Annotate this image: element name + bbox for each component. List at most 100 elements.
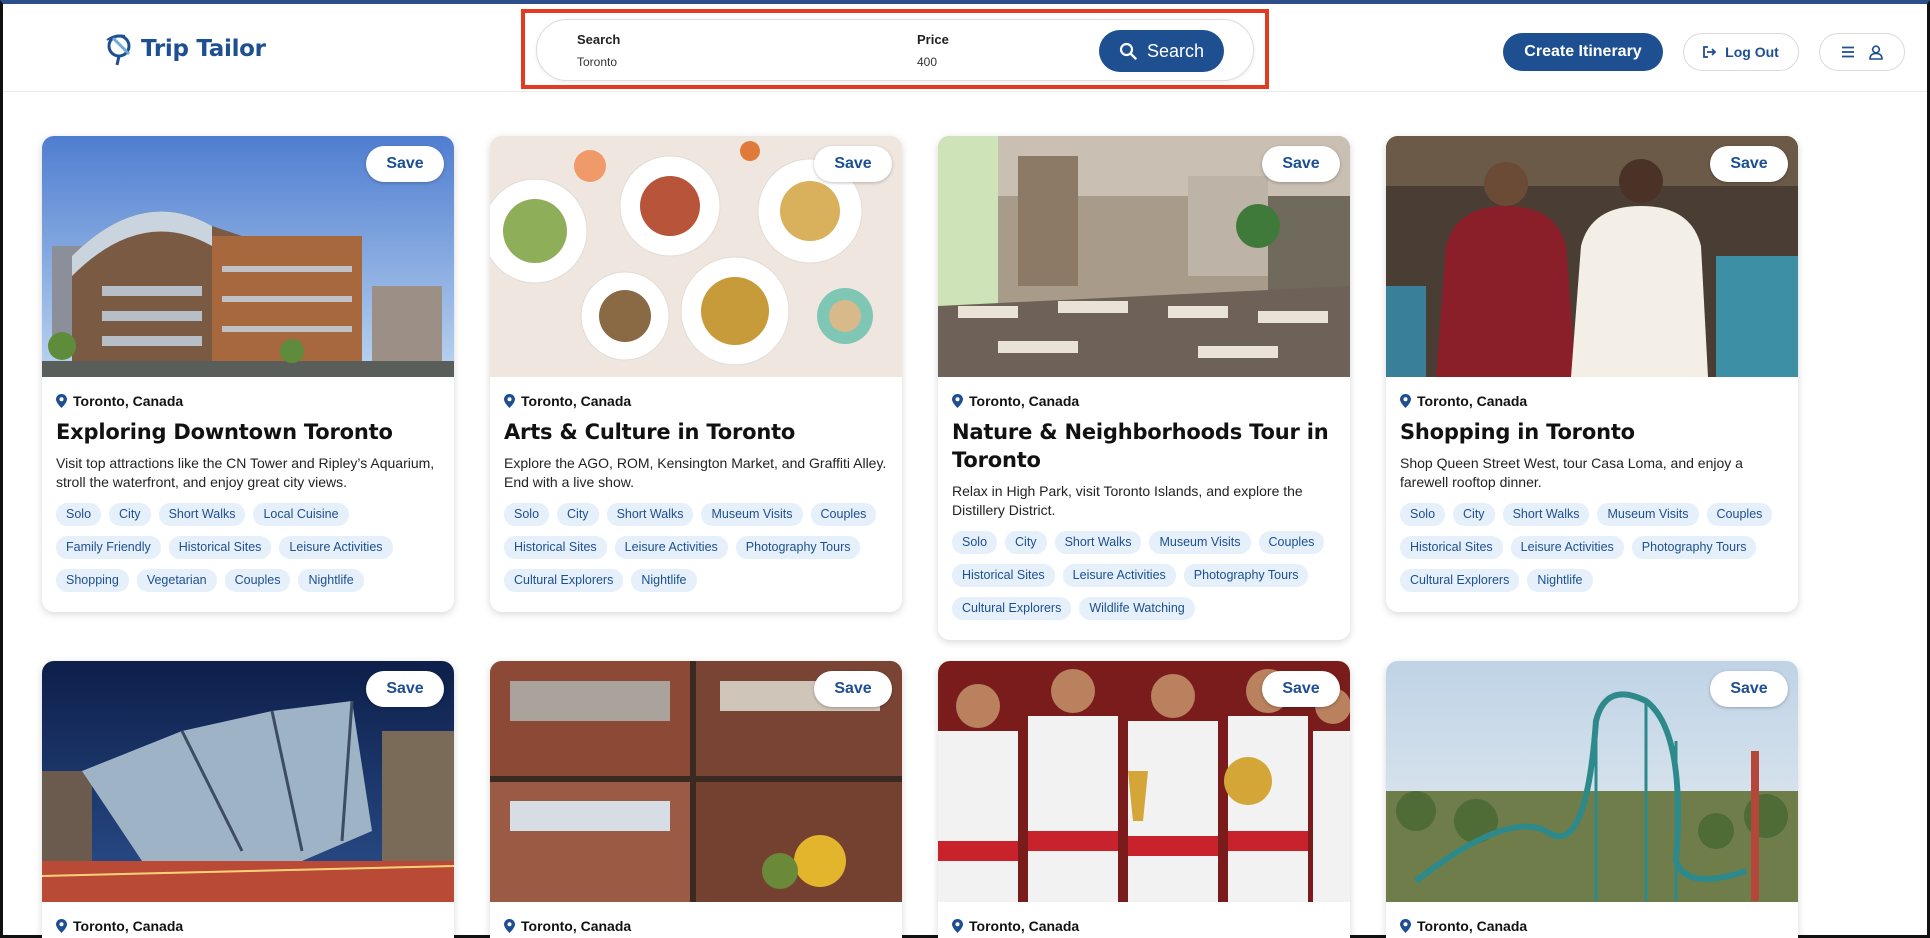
map-pin-icon [1400,919,1411,933]
hamburger-menu-icon [1842,46,1854,58]
tag: Solo [1400,503,1446,526]
itinerary-card[interactable]: Save Toronto, Canada [490,661,902,938]
tag: Nightlife [298,569,364,592]
card-image: Save [490,136,902,377]
location: Toronto, Canada [56,918,440,934]
card-description: Shop Queen Street West, tour Casa Loma, … [1400,455,1743,490]
save-button[interactable]: Save [366,671,444,707]
location-text: Toronto, Canada [73,918,184,934]
tag: Leisure Activities [1062,564,1176,587]
tag: Leisure Activities [1510,536,1624,559]
card-image: Save [42,136,454,377]
location-text: Toronto, Canada [521,918,632,934]
tag: Couples [1706,503,1773,526]
log-out-label: Log Out [1725,44,1779,60]
tag: Short Walks [1502,503,1590,526]
card-image: Save [938,136,1350,377]
search-input[interactable]: Toronto [577,55,620,69]
location-text: Toronto, Canada [969,393,1080,409]
map-pin-icon [504,919,515,933]
save-button[interactable]: Save [814,671,892,707]
tag: Photography Tours [1631,536,1757,559]
tag: Photography Tours [735,536,861,559]
itinerary-card[interactable]: Save Toronto, Canada Nature & Neighborho… [938,136,1350,640]
location-text: Toronto, Canada [521,393,632,409]
tag: City [109,503,151,526]
logo[interactable]: Trip Tailor [105,32,266,66]
save-button[interactable]: Save [366,146,444,182]
tag: Couples [224,569,291,592]
search-button[interactable]: Search [1099,30,1224,72]
tag: Short Walks [158,503,246,526]
save-button[interactable]: Save [1710,146,1788,182]
log-out-icon [1703,46,1717,58]
itinerary-card[interactable]: Save Toronto, Canada Shopping in Toronto… [1386,136,1798,612]
search-field[interactable]: Search Toronto [577,32,620,69]
save-button[interactable]: Save [1710,671,1788,707]
create-itinerary-button[interactable]: Create Itinerary [1503,33,1663,71]
tag: Family Friendly [56,536,161,559]
price-label: Price [917,32,949,47]
search-bar: Search Toronto Price 400 Search [536,19,1254,81]
location: Toronto, Canada [1400,918,1784,934]
tag: Leisure Activities [614,536,728,559]
location: Toronto, Canada [952,918,1336,934]
tag-list: Solo City Short Walks Local Cuisine Fami… [56,503,440,592]
tag: Historical Sites [168,536,272,559]
tag: Vegetarian [136,569,217,592]
itinerary-card[interactable]: Save Toronto, Canada Exploring Downtown … [42,136,454,612]
map-pin-icon [56,394,67,408]
logo-icon [106,34,131,66]
save-button[interactable]: Save [1262,146,1340,182]
tag: Wildlife Watching [1079,597,1195,620]
tag: Cultural Explorers [504,569,624,592]
user-menu-button[interactable] [1819,33,1905,71]
itinerary-card[interactable]: Save Toronto, Canada [938,661,1350,938]
tag: Local Cuisine [253,503,349,526]
tag: Historical Sites [1400,536,1503,559]
top-nav: Trip Tailor Search Toronto Price 400 Sea… [3,4,1927,92]
location: Toronto, Canada [952,393,1336,409]
price-input[interactable]: 400 [917,55,949,69]
location: Toronto, Canada [504,393,888,409]
card-description: Explore the AGO, ROM, Kensington Market,… [504,455,887,490]
tag: Nightlife [631,569,697,592]
location: Toronto, Canada [1400,393,1784,409]
card-description: Relax in High Park, visit Toronto Island… [952,483,1303,518]
save-button[interactable]: Save [814,146,892,182]
tag: Museum Visits [1597,503,1699,526]
search-label: Search [577,32,621,47]
tag: Solo [504,503,550,526]
map-pin-icon [952,919,963,933]
location-text: Toronto, Canada [73,393,184,409]
tag: Photography Tours [1183,564,1309,587]
price-field[interactable]: Price 400 [917,32,949,69]
tag: City [1453,503,1495,526]
tag: Historical Sites [952,564,1055,587]
map-pin-icon [56,919,67,933]
card-title: Arts & Culture in Toronto [504,420,796,444]
card-image: Save [1386,136,1798,377]
save-button[interactable]: Save [1262,671,1340,707]
search-icon [1119,42,1137,60]
tag: Historical Sites [504,536,607,559]
location: Toronto, Canada [504,918,888,934]
location-text: Toronto, Canada [1417,393,1528,409]
card-image: Save [938,661,1350,902]
location-text: Toronto, Canada [1417,918,1528,934]
tag: Couples [1258,531,1325,554]
tag: City [557,503,599,526]
tag: City [1005,531,1047,554]
card-description: Visit top attractions like the CN Tower … [56,455,435,490]
itinerary-card[interactable]: Save Toronto, Canada Arts & Culture in T… [490,136,902,612]
itinerary-card[interactable]: Save Toronto, Canada [42,661,454,938]
user-icon [1869,44,1883,60]
card-image: Save [490,661,902,902]
tag: Solo [56,503,102,526]
tag: Museum Visits [701,503,803,526]
card-image: Save [42,661,454,902]
tag: Nightlife [1527,569,1593,592]
log-out-button[interactable]: Log Out [1683,33,1799,71]
tag: Short Walks [1054,531,1142,554]
itinerary-card[interactable]: Save Toronto, Canada [1386,661,1798,938]
